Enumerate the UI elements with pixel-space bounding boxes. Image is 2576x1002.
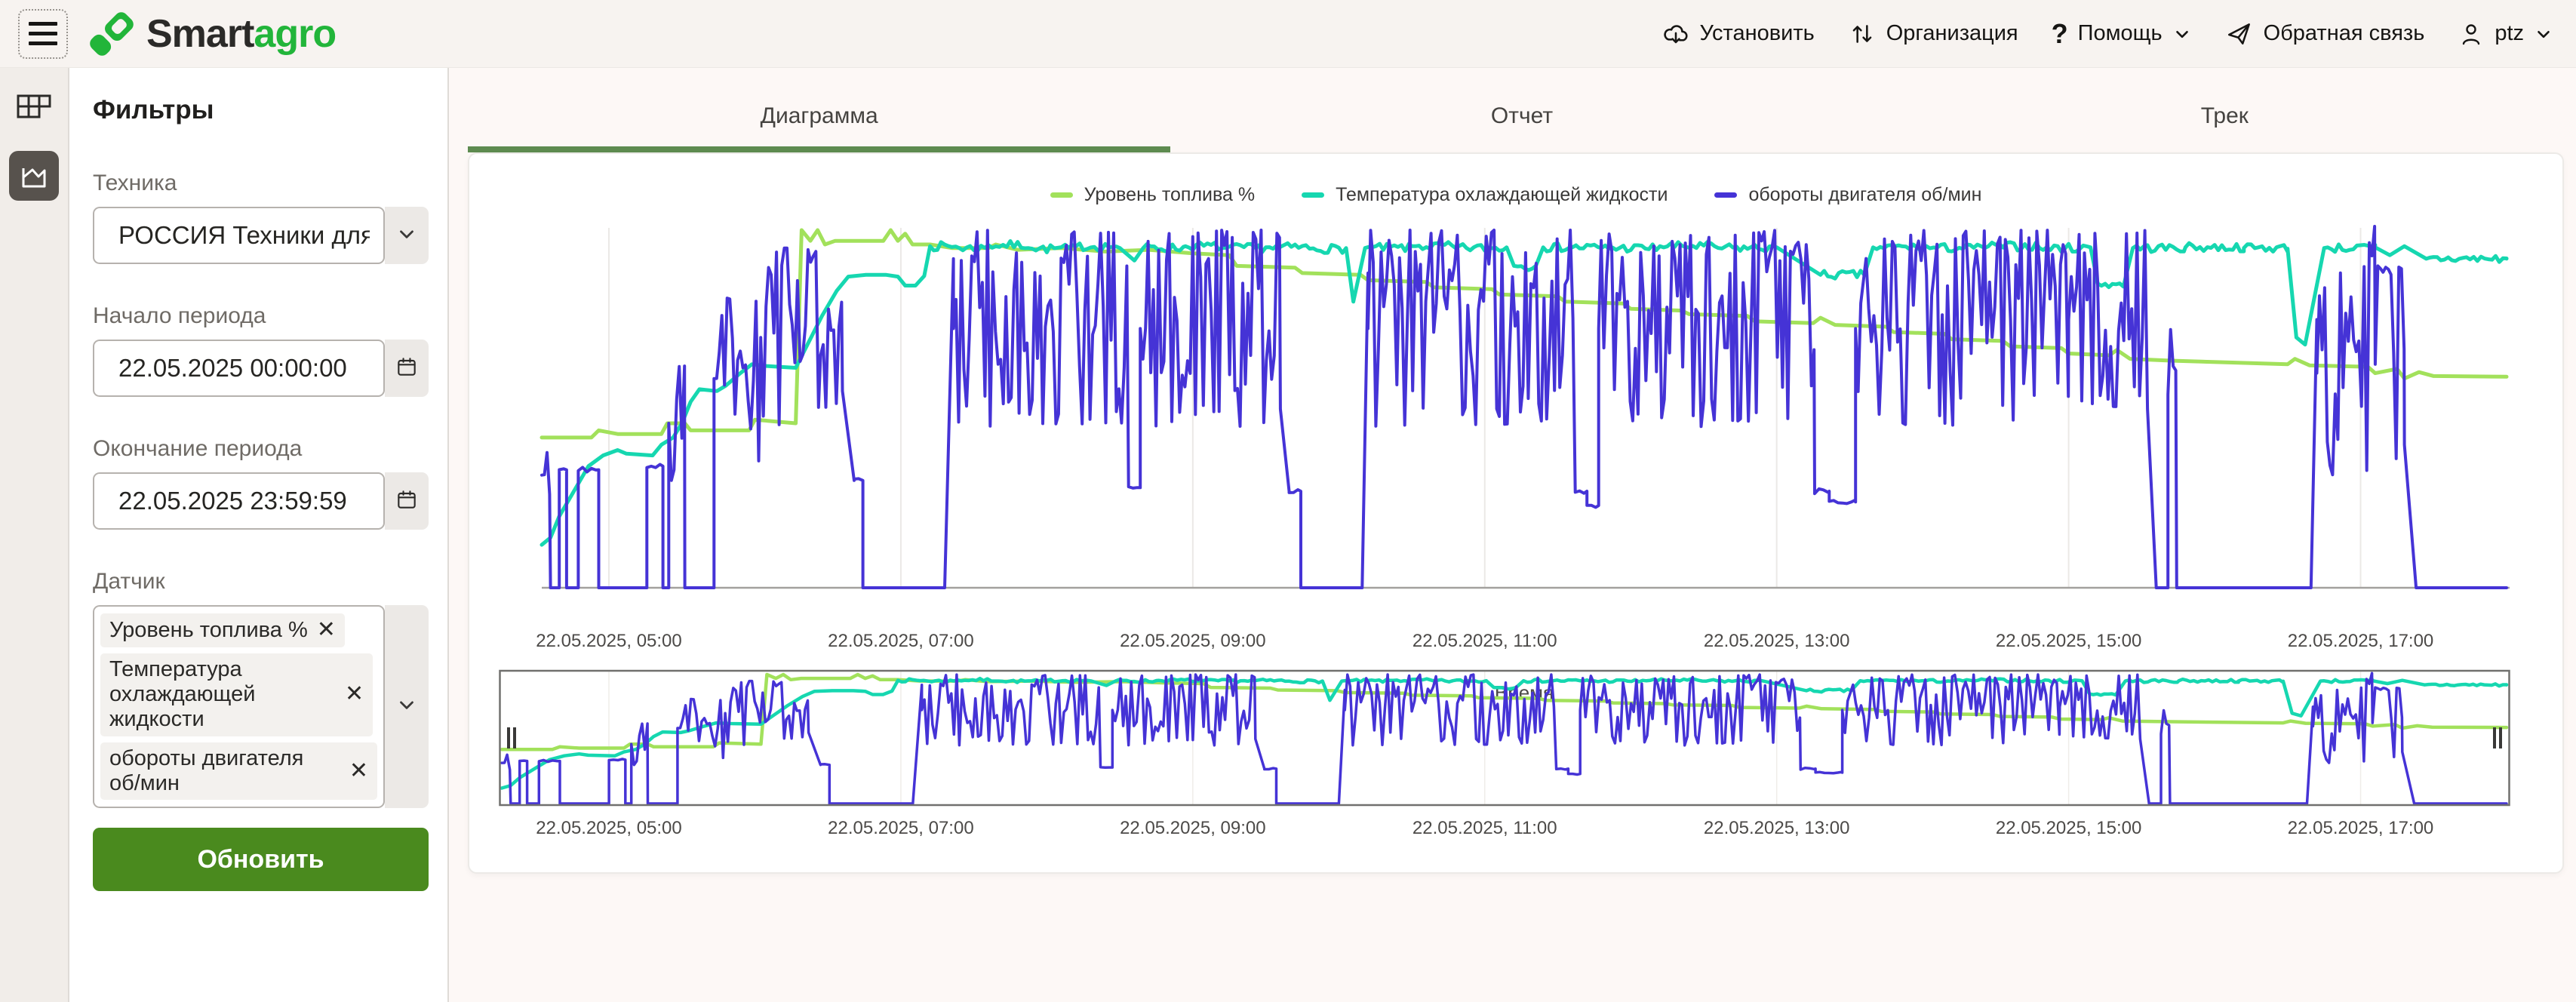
period-end-calendar-button[interactable] [385, 472, 429, 530]
rail-item-table[interactable] [9, 85, 59, 134]
remove-tag-icon[interactable]: ✕ [317, 617, 336, 644]
grid-icon [16, 92, 52, 128]
fuel-series-swatch [1050, 192, 1073, 198]
period-start-input[interactable] [93, 340, 385, 397]
x-tick-label: 22.05.2025, 05:00 [536, 818, 682, 838]
chart-legend: Уровень топлива % Температура охлаждающе… [469, 184, 2562, 206]
series-line [502, 673, 2507, 804]
period-start-group: Начало периода [93, 303, 427, 397]
x-tick-label: 22.05.2025, 13:00 [1704, 818, 1850, 838]
sensor-tag-label: Температура охлаждающей жидкости [109, 657, 336, 733]
install-label: Установить [1700, 21, 1815, 46]
top-navigation: Установить Организация ? Помощь [1661, 18, 2554, 50]
x-tick-label: 22.05.2025, 11:00 [1412, 818, 1557, 838]
tech-input[interactable] [93, 207, 385, 264]
tab-diagram[interactable]: Диаграмма [468, 79, 1170, 152]
filters-panel: Фильтры Техника Начало периода [69, 68, 449, 1002]
remove-tag-icon[interactable]: ✕ [345, 681, 364, 708]
organization-button[interactable]: Организация [1848, 20, 2018, 48]
calendar-icon [395, 487, 419, 515]
x-tick-label: 22.05.2025, 17:00 [2288, 818, 2434, 838]
question-mark-icon: ? [2052, 18, 2068, 50]
brand-logo[interactable]: Smartagro [85, 5, 336, 63]
period-end-input[interactable] [93, 472, 385, 530]
sensor-multiselect[interactable]: Уровень топлива % ✕ Температура охлаждаю… [93, 605, 385, 808]
x-tick-label: 22.05.2025, 15:00 [1996, 631, 2142, 651]
x-tick-label: 22.05.2025, 09:00 [1120, 631, 1266, 651]
feedback-button[interactable]: Обратная связь [2225, 20, 2425, 48]
x-tick-label: 22.05.2025, 17:00 [2288, 631, 2434, 651]
legend-label: Температура охлаждающей жидкости [1336, 184, 1668, 206]
x-tick-label: 22.05.2025, 11:00 [1412, 631, 1557, 651]
sensor-tag-label: Уровень топлива % [109, 618, 308, 643]
user-menu[interactable]: ptz [2458, 20, 2553, 48]
tab-report[interactable]: Отчет [1170, 79, 1873, 152]
chart-icon [17, 158, 51, 195]
rail-item-diagram[interactable] [9, 151, 59, 201]
time-series-chart[interactable]: 22.05.2025, 05:00 22.05.2025, 07:00 22.05.… [469, 213, 2562, 711]
organization-label: Организация [1886, 21, 2018, 46]
chart-card: Уровень топлива % Температура охлаждающе… [468, 152, 2564, 874]
help-menu[interactable]: ? Помощь [2052, 18, 2192, 50]
chevron-down-icon [395, 693, 418, 720]
calendar-icon [395, 355, 419, 383]
x-tick-label: 22.05.2025, 07:00 [828, 818, 974, 838]
period-end-label: Окончание периода [93, 436, 427, 462]
sensor-tag-label: обороты двигателя об/мин [109, 746, 340, 797]
icon-rail [0, 68, 69, 1002]
tech-filter-group: Техника [93, 171, 427, 264]
coolant-series-swatch [1302, 192, 1324, 198]
period-start-label: Начало периода [93, 303, 427, 329]
legend-item-coolant[interactable]: Температура охлаждающей жидкости [1302, 184, 1668, 206]
sensor-dropdown-button[interactable] [385, 605, 429, 808]
x-tick-label: 22.05.2025, 09:00 [1120, 818, 1266, 838]
overview-brush-chart[interactable]: 22.05.2025, 05:00 22.05.2025, 07:00 22.05.… [469, 669, 2562, 850]
chevron-down-icon [2172, 24, 2192, 44]
menu-button[interactable] [18, 9, 68, 59]
sensor-filter-group: Датчик Уровень топлива % ✕ Температура о… [93, 569, 427, 808]
tab-bar: Диаграмма Отчет Трек [468, 79, 2576, 152]
x-tick-label: 22.05.2025, 07:00 [828, 631, 974, 651]
swap-vertical-icon [1848, 20, 1877, 48]
tab-track[interactable]: Трек [1874, 79, 2576, 152]
install-button[interactable]: Установить [1661, 20, 1815, 48]
chevron-down-icon [395, 223, 418, 249]
top-bar: Smartagro Установить Организация ? П [0, 0, 2576, 68]
period-end-group: Окончание периода [93, 436, 427, 530]
feedback-label: Обратная связь [2264, 21, 2425, 46]
x-tick-label: 22.05.2025, 15:00 [1996, 818, 2142, 838]
username-label: ptz [2495, 21, 2524, 46]
help-label: Помощь [2078, 21, 2163, 46]
sensor-tag: обороты двигателя об/мин ✕ [100, 742, 377, 801]
main-content: Диаграмма Отчет Трек Уровень топлива % Т… [449, 68, 2576, 1002]
chevron-down-icon [2534, 24, 2553, 44]
filters-title: Фильтры [93, 95, 427, 125]
brand-name: Smartagro [146, 11, 336, 57]
period-start-calendar-button[interactable] [385, 340, 429, 397]
rpm-series-swatch [1714, 192, 1737, 198]
sensor-tag: Температура охлаждающей жидкости ✕ [100, 653, 373, 736]
legend-label: обороты двигателя об/мин [1748, 184, 1981, 206]
legend-label: Уровень топлива % [1084, 184, 1256, 206]
tech-label: Техника [93, 171, 427, 196]
tech-dropdown-button[interactable] [385, 207, 429, 264]
sensor-label: Датчик [93, 569, 427, 595]
smartagro-logo-icon [85, 5, 139, 63]
brush-handle-right[interactable] [2493, 727, 2502, 748]
person-icon [2458, 20, 2485, 48]
x-tick-label: 22.05.2025, 05:00 [536, 631, 682, 651]
remove-tag-icon[interactable]: ✕ [349, 758, 368, 785]
legend-item-rpm[interactable]: обороты двигателя об/мин [1714, 184, 1981, 206]
update-button[interactable]: Обновить [93, 828, 429, 891]
legend-item-fuel[interactable]: Уровень топлива % [1050, 184, 1256, 206]
brush-handle-left[interactable] [507, 727, 516, 748]
cloud-download-icon [1661, 20, 1690, 48]
paper-plane-icon [2225, 20, 2254, 48]
sensor-tag: Уровень топлива % ✕ [100, 613, 345, 647]
series-line [542, 226, 2507, 588]
x-tick-label: 22.05.2025, 13:00 [1704, 631, 1850, 651]
